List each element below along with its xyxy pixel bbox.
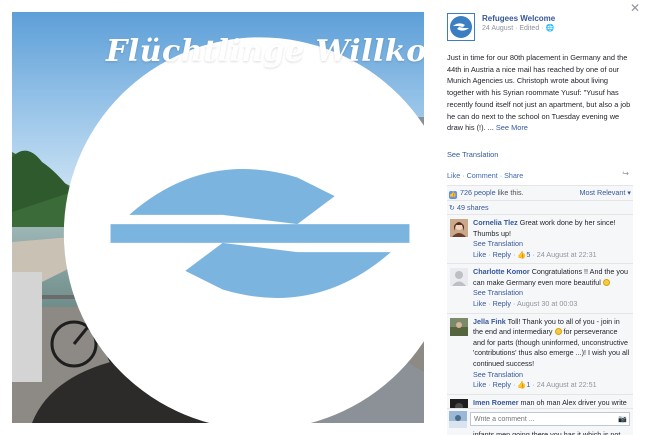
comment-composer: 📷 bbox=[447, 408, 633, 428]
feedback-section: 👍 726 people like this. Most Relevant ▾ … bbox=[447, 184, 633, 435]
page-avatar[interactable] bbox=[447, 13, 475, 41]
refugees-welcome-logo-icon bbox=[448, 14, 474, 40]
post-actions: Like · Comment · Share ↪ bbox=[447, 169, 633, 183]
comment-likes-count[interactable]: 👍1 bbox=[517, 380, 530, 389]
likes-summary: 👍 726 people like this. Most Relevant ▾ bbox=[447, 186, 633, 200]
post-body: Just in time for our 80th placement in G… bbox=[447, 52, 633, 134]
post-meta: 24 August · Edited · 🌐 bbox=[482, 24, 554, 32]
comment-reply-button[interactable]: Reply bbox=[493, 250, 511, 259]
commenter-name[interactable]: Imen Roemer bbox=[473, 398, 519, 407]
comment-like-button[interactable]: Like bbox=[473, 299, 486, 308]
likes-suffix: like this. bbox=[495, 187, 524, 197]
post-meta-text[interactable]: 24 August · Edited · bbox=[482, 25, 545, 32]
comment-meta: Like · Reply · August 30 at 00:03 bbox=[473, 299, 578, 309]
photo-overlay-title: Flüchtlinge Willkommen bbox=[106, 34, 424, 69]
camera-icon[interactable]: 📷 bbox=[618, 415, 627, 423]
see-more-link[interactable]: See More bbox=[496, 123, 528, 132]
commenter-name[interactable]: Cornelia Tlez bbox=[473, 218, 518, 227]
post-side-panel: Refugees Welcome 24 August · Edited · 🌐 … bbox=[447, 12, 633, 435]
post-header: Refugees Welcome 24 August · Edited · 🌐 bbox=[447, 12, 633, 44]
comment-time[interactable]: August 30 at 00:03 bbox=[517, 299, 577, 308]
comment-meta: Like · Reply · 👍5 · 24 August at 22:31 bbox=[473, 249, 597, 259]
comment-likes-number: 5 bbox=[526, 249, 531, 259]
thumbs-up-icon: 👍 bbox=[517, 249, 527, 259]
share-icon: ↻ bbox=[449, 202, 456, 212]
comment-likes-count[interactable]: 👍5 bbox=[517, 250, 530, 259]
commenter-name[interactable]: Jella Fink bbox=[473, 317, 506, 326]
commenter-name[interactable]: Charlotte Komor bbox=[473, 267, 530, 276]
comment-see-translation[interactable]: See Translation bbox=[473, 239, 631, 250]
share-action[interactable]: Share bbox=[504, 171, 523, 180]
comment-meta: Like · Reply · 👍1 · 24 August at 22:51 bbox=[473, 380, 597, 390]
post-photo[interactable]: Flüchtlinge Willkommen bbox=[12, 12, 424, 423]
post-text: Just in time for our 80th placement in G… bbox=[447, 53, 631, 133]
comment-like-button[interactable]: Like bbox=[473, 250, 486, 259]
likes-count-link[interactable]: 726 people bbox=[460, 188, 496, 197]
commenter-avatar[interactable] bbox=[450, 317, 468, 336]
see-translation-link[interactable]: See Translation bbox=[447, 150, 633, 159]
comment-time[interactable]: 24 August at 22:51 bbox=[537, 380, 597, 389]
comment-item: Jella Fink Toll! Thank you to all of you… bbox=[447, 312, 633, 394]
comment-see-translation[interactable]: See Translation bbox=[473, 288, 631, 299]
comment-body: Cornelia Tlez Great work done by her sin… bbox=[473, 218, 631, 239]
thumbs-up-icon: 👍 bbox=[517, 380, 527, 390]
comment-item: Charlotte Komor Congratulations !! And t… bbox=[447, 263, 633, 312]
comment-item: Cornelia Tlez Great work done by her sin… bbox=[447, 213, 633, 263]
shares-count-link[interactable]: 49 shares bbox=[457, 203, 489, 212]
shares-summary: ↻ 49 shares bbox=[447, 199, 633, 214]
comment-reply-button[interactable]: Reply bbox=[493, 380, 511, 389]
comment-likes-number: 1 bbox=[526, 380, 531, 390]
commenter-avatar[interactable] bbox=[450, 218, 468, 237]
current-user-avatar bbox=[449, 411, 467, 428]
commenter-avatar[interactable] bbox=[450, 268, 468, 287]
globe-icon: 🌐 bbox=[545, 25, 555, 32]
share-arrow-icon[interactable]: ↪ bbox=[622, 169, 629, 178]
smiley-icon bbox=[602, 278, 610, 286]
page-name-link[interactable]: Refugees Welcome bbox=[482, 14, 555, 23]
comment-body: Jella Fink Toll! Thank you to all of you… bbox=[473, 317, 631, 370]
comment-reply-button[interactable]: Reply bbox=[493, 299, 511, 308]
like-action[interactable]: Like bbox=[447, 171, 460, 180]
thumbs-up-icon: 👍 bbox=[449, 190, 457, 199]
sort-comments-dropdown[interactable]: Most Relevant ▾ bbox=[579, 188, 631, 197]
comment-see-translation[interactable]: See Translation bbox=[473, 370, 631, 381]
comment-like-button[interactable]: Like bbox=[473, 380, 486, 389]
comment-body: Charlotte Komor Congratulations !! And t… bbox=[473, 267, 631, 288]
smiley-icon bbox=[554, 328, 562, 336]
comment-action[interactable]: Comment bbox=[467, 171, 498, 180]
refugees-welcome-logo bbox=[54, 28, 424, 423]
comment-time[interactable]: 24 August at 22:31 bbox=[537, 250, 597, 259]
comment-input[interactable] bbox=[470, 412, 630, 426]
